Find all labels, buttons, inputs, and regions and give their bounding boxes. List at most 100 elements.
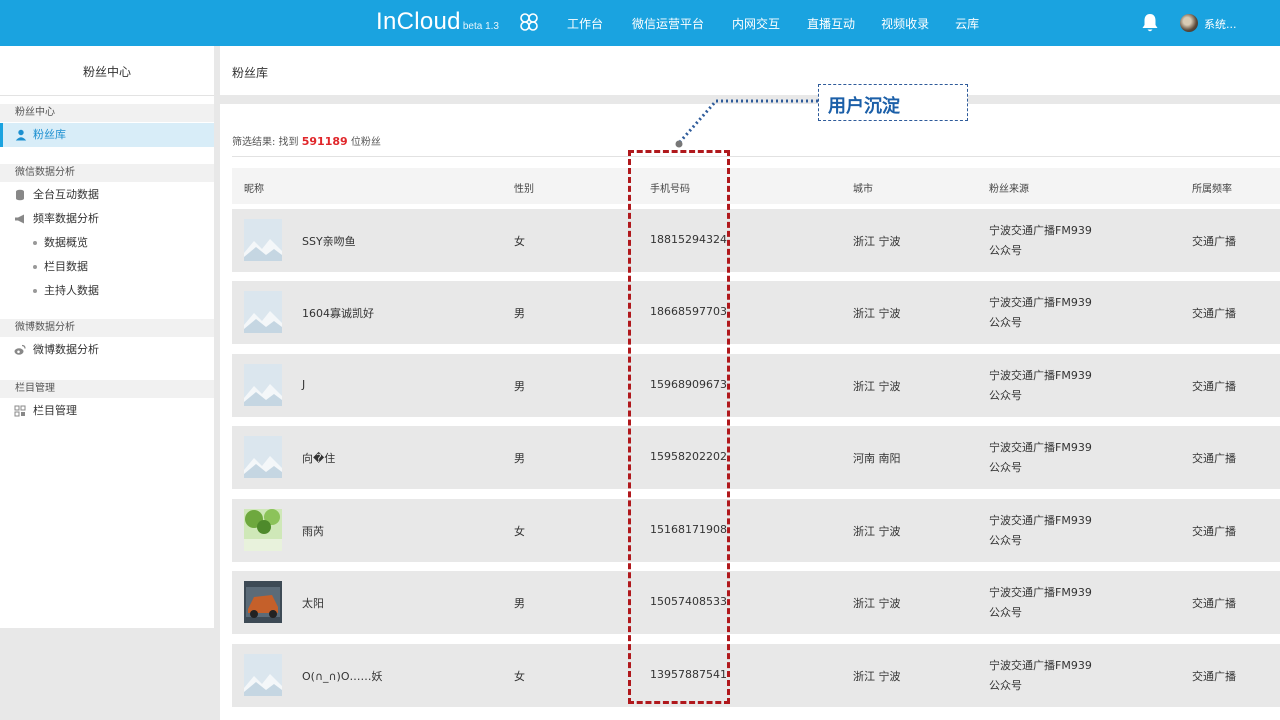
table-row[interactable]: SSY亲吻鱼女 18815294324 浙江 宁波 宁波交通广播FM939 公众号 交通广… bbox=[232, 209, 1280, 272]
table-row[interactable]: 向�住男 15958202202 河南 南阳 宁波交通广播FM939 公众号 交通广播 bbox=[232, 426, 1280, 489]
user-avatar[interactable] bbox=[1180, 14, 1198, 32]
top-bar: InCloud beta 1.3 工作台 微信运营平台 内网交互 直播互动 视频收… bbox=[0, 0, 1280, 46]
sidebar-item-weibo-analysis[interactable]: 微博数据分析 bbox=[0, 338, 214, 362]
city-cell: 浙江 宁波 bbox=[853, 307, 901, 320]
nickname-cell: 雨芮 bbox=[302, 525, 324, 538]
sidebar-item-column-management[interactable]: 栏目管理 bbox=[0, 399, 214, 423]
gender-cell: 男 bbox=[514, 452, 525, 465]
avatar bbox=[244, 219, 282, 261]
sidebar-item-label: 全台互动数据 bbox=[33, 188, 99, 201]
annotation-callout: 用户沉淀 bbox=[818, 84, 968, 121]
annotation-label: 用户沉淀 bbox=[828, 96, 900, 117]
sidebar: 粉丝中心 粉丝中心 粉丝库 微信数据分析 全台互动数据 频率数据分析 数据概览 … bbox=[0, 46, 214, 628]
col-nickname[interactable]: 昵称 bbox=[244, 180, 264, 195]
sidebar-item-label: 数据概览 bbox=[44, 236, 88, 249]
col-city[interactable]: 城市 bbox=[853, 180, 873, 195]
avatar bbox=[244, 291, 282, 333]
section-fans-center: 粉丝中心 bbox=[0, 104, 214, 122]
city-cell: 浙江 宁波 bbox=[853, 670, 901, 683]
channel-cell: 交通广播 bbox=[1192, 380, 1236, 393]
divider bbox=[232, 156, 1280, 157]
bullet-icon bbox=[33, 289, 37, 293]
table-row[interactable]: O(∩_∩)O……妖女 13957887541 浙江 宁波 宁波交通广播FM939 公众… bbox=[232, 644, 1280, 707]
sidebar-subitem-column-data[interactable]: 栏目数据 bbox=[0, 255, 214, 279]
table-row[interactable]: 太阳男 15057408533 浙江 宁波 宁波交通广播FM939 公众号 交通广播 bbox=[232, 571, 1280, 634]
avatar bbox=[244, 509, 282, 551]
source-cell: 宁波交通广播FM939 bbox=[989, 224, 1092, 237]
bullet-icon bbox=[33, 241, 37, 245]
source-cell: 宁波交通广播FM939 bbox=[989, 369, 1092, 382]
channel-cell: 交通广播 bbox=[1192, 670, 1236, 683]
gender-cell: 女 bbox=[514, 525, 525, 538]
phone-column-highlight bbox=[628, 150, 730, 704]
section-weibo-analysis: 微博数据分析 bbox=[0, 319, 214, 337]
nickname-cell: O(∩_∩)O……妖 bbox=[302, 670, 383, 683]
sidebar-item-label: 栏目数据 bbox=[44, 260, 88, 273]
city-cell: 浙江 宁波 bbox=[853, 597, 901, 610]
col-source[interactable]: 粉丝来源 bbox=[989, 180, 1029, 195]
gender-cell: 男 bbox=[514, 597, 525, 610]
gender-cell: 男 bbox=[514, 380, 525, 393]
nav-wechat-platform[interactable]: 微信运营平台 bbox=[632, 15, 704, 32]
fans-table-panel: 筛选结果: 找到 591189 位粉丝 昵称 性别 手机号码 城市 粉丝来源 所… bbox=[220, 104, 1280, 720]
sidebar-subitem-overview[interactable]: 数据概览 bbox=[0, 231, 214, 255]
sidebar-item-label: 粉丝库 bbox=[33, 128, 66, 141]
user-icon bbox=[15, 129, 27, 141]
result-suffix: 位粉丝 bbox=[350, 137, 381, 148]
source-cell-line2: 公众号 bbox=[989, 679, 1022, 692]
sidebar-item-fans-library[interactable]: 粉丝库 bbox=[0, 123, 214, 147]
table-row[interactable]: J 男 15968909673 浙江 宁波 宁波交通广播FM939 公众号 交通广播 bbox=[232, 354, 1280, 417]
sidebar-item-label: 栏目管理 bbox=[33, 404, 77, 417]
source-cell-line2: 公众号 bbox=[989, 534, 1022, 547]
source-cell-line2: 公众号 bbox=[989, 389, 1022, 402]
avatar bbox=[244, 436, 282, 478]
brand-version: beta 1.3 bbox=[462, 21, 499, 32]
source-cell: 宁波交通广播FM939 bbox=[989, 514, 1092, 527]
nav-live[interactable]: 直播互动 bbox=[807, 15, 855, 32]
gender-cell: 女 bbox=[514, 670, 525, 683]
table-row[interactable]: 1604寡诚凯好男 18668597703 浙江 宁波 宁波交通广播FM939 公众号交… bbox=[232, 281, 1280, 344]
main-nav: 工作台 微信运营平台 内网交互 直播互动 视频收录 云库 bbox=[567, 15, 979, 32]
channel-cell: 交通广播 bbox=[1192, 307, 1236, 320]
source-cell-line2: 公众号 bbox=[989, 244, 1022, 257]
sidebar-subitem-host-data[interactable]: 主持人数据 bbox=[0, 279, 214, 303]
page-title: 粉丝库 bbox=[232, 66, 269, 80]
channel-cell: 交通广播 bbox=[1192, 525, 1236, 538]
city-cell: 浙江 宁波 bbox=[853, 525, 901, 538]
brand-name: InCloud bbox=[376, 8, 461, 35]
col-channel[interactable]: 所属频率 bbox=[1192, 180, 1232, 195]
avatar bbox=[244, 364, 282, 406]
database-icon bbox=[16, 189, 24, 201]
brand-logo[interactable]: InCloud beta 1.3 bbox=[376, 8, 499, 36]
source-cell: 宁波交通广播FM939 bbox=[989, 586, 1092, 599]
nickname-cell: SSY亲吻鱼 bbox=[302, 235, 356, 248]
weibo-icon bbox=[14, 344, 26, 355]
nickname-cell: 1604寡诚凯好 bbox=[302, 307, 374, 320]
avatar bbox=[244, 654, 282, 696]
city-cell: 浙江 宁波 bbox=[853, 380, 901, 393]
city-cell: 河南 南阳 bbox=[853, 452, 901, 465]
apps-icon[interactable] bbox=[519, 12, 539, 32]
sidebar-item-label: 微博数据分析 bbox=[33, 343, 99, 356]
user-name[interactable]: 系统... bbox=[1204, 16, 1237, 32]
nav-cloud[interactable]: 云库 bbox=[955, 15, 979, 32]
source-cell-line2: 公众号 bbox=[989, 316, 1022, 329]
megaphone-icon bbox=[15, 214, 24, 224]
channel-cell: 交通广播 bbox=[1192, 597, 1236, 610]
sidebar-item-all-interaction[interactable]: 全台互动数据 bbox=[0, 183, 214, 207]
avatar bbox=[244, 581, 282, 623]
table-row[interactable]: 雨芮女 15168171908 浙江 宁波 宁波交通广播FM939 公众号 交通广播 bbox=[232, 499, 1280, 562]
sidebar-item-label: 主持人数据 bbox=[44, 284, 99, 297]
nickname-cell: 太阳 bbox=[302, 597, 324, 610]
city-cell: 浙江 宁波 bbox=[853, 235, 901, 248]
table-header: 昵称 性别 手机号码 城市 粉丝来源 所属频率 bbox=[232, 168, 1280, 204]
grid-icon bbox=[14, 405, 26, 417]
col-gender[interactable]: 性别 bbox=[514, 180, 534, 195]
bullet-icon bbox=[33, 265, 37, 269]
sidebar-item-frequency-analysis[interactable]: 频率数据分析 bbox=[0, 207, 214, 231]
bell-icon[interactable] bbox=[1141, 13, 1159, 33]
gender-cell: 男 bbox=[514, 307, 525, 320]
nav-workbench[interactable]: 工作台 bbox=[567, 15, 603, 32]
nav-intranet[interactable]: 内网交互 bbox=[732, 15, 780, 32]
nav-video[interactable]: 视频收录 bbox=[881, 15, 929, 32]
